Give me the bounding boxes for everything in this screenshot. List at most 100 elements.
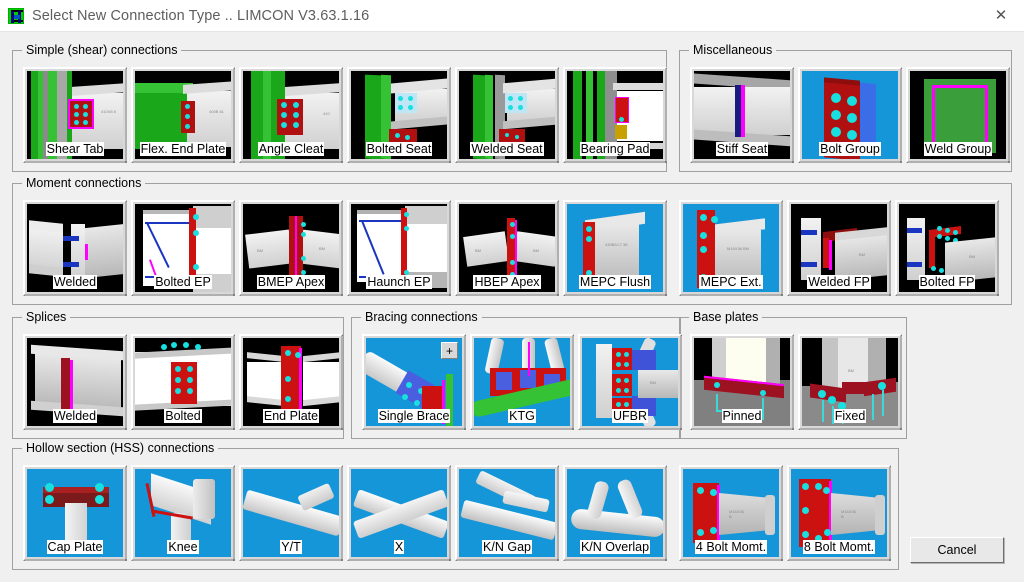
group-label-misc: Miscellaneous: [689, 43, 777, 57]
tile-ufbr[interactable]: BM UFBR: [578, 334, 682, 430]
thumb-annotation: M16X36 BM: [727, 246, 750, 251]
tile-single-brace[interactable]: + Single Brace: [362, 334, 466, 430]
tile-bolted-fp[interactable]: BM Bolted FP: [895, 200, 999, 296]
thumb-shear-tab: 410X8 8 Shear Tab: [27, 71, 123, 159]
tile-splice-endplate[interactable]: End Plate: [239, 334, 343, 430]
tile-label: K/N Gap: [482, 540, 532, 554]
tile-label: HBEP Apex: [473, 275, 541, 289]
tile-label: Bolted FP: [918, 275, 976, 289]
tile-hss-kn-gap[interactable]: K/N Gap: [455, 465, 559, 561]
tile-label: Cap Plate: [46, 540, 104, 554]
thumb-annotation: 430B5J.7 38: [605, 242, 628, 247]
thumb-bolted-ep: Bolted EP: [135, 204, 231, 292]
thumb-bp-fixed: BM Fixed: [802, 338, 898, 426]
tile-hss-4bolt[interactable]: M16X36 B 4 Bolt Momt.: [679, 465, 783, 561]
tile-label: 8 Bolt Momt.: [802, 540, 876, 554]
thumb-moment-welded: Welded: [27, 204, 123, 292]
thumb-welded-seat: Welded Seat: [459, 71, 555, 159]
tile-label: MEPC Flush: [578, 275, 652, 289]
tile-welded-seat[interactable]: Welded Seat: [455, 67, 559, 163]
thumb-hss-cap-plate: Cap Plate: [27, 469, 123, 557]
tile-splice-bolted[interactable]: Bolted: [131, 334, 235, 430]
tile-stiff-seat[interactable]: Stiff Seat: [690, 67, 794, 163]
tile-bearing-pad[interactable]: Bearing Pad: [563, 67, 667, 163]
tile-bolt-group[interactable]: Bolt Group: [798, 67, 902, 163]
thumb-hss-kn-overlap: K/N Overlap: [567, 469, 663, 557]
thumb-hss-yt: Y/T: [243, 469, 339, 557]
tile-bolted-seat[interactable]: Bolted Seat: [347, 67, 451, 163]
expand-plus-badge[interactable]: +: [441, 342, 458, 359]
thumb-bolted-fp: BM Bolted FP: [899, 204, 995, 292]
ibeam-icon: [8, 7, 24, 24]
tile-label: Angle Cleat: [257, 142, 325, 156]
tile-splice-welded[interactable]: Welded: [23, 334, 127, 430]
tile-hss-x[interactable]: X: [347, 465, 451, 561]
group-label-moment: Moment connections: [22, 176, 146, 190]
thumb-bmep-apex: BM BM BMEP Apex: [243, 204, 339, 292]
tile-label: Single Brace: [377, 409, 451, 423]
group-label-bracing: Bracing connections: [361, 310, 482, 324]
tile-haunch-ep[interactable]: Haunch EP: [347, 200, 451, 296]
tile-shear-tab[interactable]: 410X8 8 Shear Tab: [23, 67, 127, 163]
tile-label: 4 Bolt Momt.: [694, 540, 768, 554]
close-icon[interactable]: ✕: [978, 0, 1024, 31]
tile-angle-cleat[interactable]: 410 Angle Cleat: [239, 67, 343, 163]
tile-label: UFBR: [611, 409, 649, 423]
tile-hss-cap-plate[interactable]: Cap Plate: [23, 465, 127, 561]
thumb-bolt-group: Bolt Group: [802, 71, 898, 159]
thumb-hss-kn-gap: K/N Gap: [459, 469, 555, 557]
thumb-bp-pinned: Pinned: [694, 338, 790, 426]
tile-hss-kn-overlap[interactable]: K/N Overlap: [563, 465, 667, 561]
tile-bp-pinned[interactable]: Pinned: [690, 334, 794, 430]
thumb-ktg: KTG: [474, 338, 570, 426]
thumb-ufbr: BM UFBR: [582, 338, 678, 426]
group-label-splices: Splices: [22, 310, 71, 324]
tile-flex-end-plate[interactable]: 400B 81 Flex. End Plate: [131, 67, 235, 163]
thumb-hss-8bolt: M16X36 B 8 Bolt Momt.: [791, 469, 887, 557]
tile-hss-yt[interactable]: Y/T: [239, 465, 343, 561]
tile-label: Knee: [167, 540, 199, 554]
tile-label: Welded: [52, 275, 98, 289]
tile-label: Haunch EP: [366, 275, 432, 289]
thumb-hss-4bolt: M16X36 B 4 Bolt Momt.: [683, 469, 779, 557]
tile-label: K/N Overlap: [579, 540, 651, 554]
tile-ktg[interactable]: KTG: [470, 334, 574, 430]
thumb-annotation: 410X8 8: [101, 109, 116, 114]
thumb-mepc-ext: M16X36 BM MEPC Ext.: [683, 204, 779, 292]
tile-mepc-flush[interactable]: 430B5J.7 38 MEPC Flush: [563, 200, 667, 296]
tile-label: MEPC Ext.: [699, 275, 763, 289]
tile-bolted-ep[interactable]: Bolted EP: [131, 200, 235, 296]
thumb-welded-fp: BM Welded FP: [791, 204, 887, 292]
tile-weld-group[interactable]: Weld Group: [906, 67, 1010, 163]
tile-label: Welded Seat: [470, 142, 544, 156]
tile-label: Stiff Seat: [715, 142, 769, 156]
tile-label: Bolted: [164, 409, 202, 423]
tile-label: Fixed: [833, 409, 867, 423]
thumb-single-brace: + Single Brace: [366, 338, 462, 426]
thumb-haunch-ep: Haunch EP: [351, 204, 447, 292]
tile-moment-welded[interactable]: Welded: [23, 200, 127, 296]
tile-welded-fp[interactable]: BM Welded FP: [787, 200, 891, 296]
tile-label: Bolted EP: [154, 275, 212, 289]
thumb-splice-bolted: Bolted: [135, 338, 231, 426]
tile-hbep-apex[interactable]: BM BM HBEP Apex: [455, 200, 559, 296]
tile-label: Bolt Group: [819, 142, 881, 156]
thumb-mepc-flush: 430B5J.7 38 MEPC Flush: [567, 204, 663, 292]
window-title: Select New Connection Type .. LIMCON V3.…: [32, 7, 370, 24]
tile-hss-8bolt[interactable]: M16X36 B 8 Bolt Momt.: [787, 465, 891, 561]
tile-bmep-apex[interactable]: BM BM BMEP Apex: [239, 200, 343, 296]
thumb-weld-group: Weld Group: [910, 71, 1006, 159]
cancel-button[interactable]: Cancel: [910, 537, 1004, 563]
tile-bp-fixed[interactable]: BM Fixed: [798, 334, 902, 430]
thumb-splice-endplate: End Plate: [243, 338, 339, 426]
tile-hss-knee[interactable]: Knee: [131, 465, 235, 561]
tile-label: Bearing Pad: [579, 142, 651, 156]
thumb-hss-x: X: [351, 469, 447, 557]
tile-label: Welded FP: [807, 275, 871, 289]
title-bar: Select New Connection Type .. LIMCON V3.…: [0, 0, 1024, 31]
tile-label: Weld Group: [923, 142, 993, 156]
dialog-body: Simple (shear) connections Miscellaneous…: [0, 32, 1024, 582]
thumb-angle-cleat: 410 Angle Cleat: [243, 71, 339, 159]
tile-mepc-ext[interactable]: M16X36 BM MEPC Ext.: [679, 200, 783, 296]
thumb-stiff-seat: Stiff Seat: [694, 71, 790, 159]
